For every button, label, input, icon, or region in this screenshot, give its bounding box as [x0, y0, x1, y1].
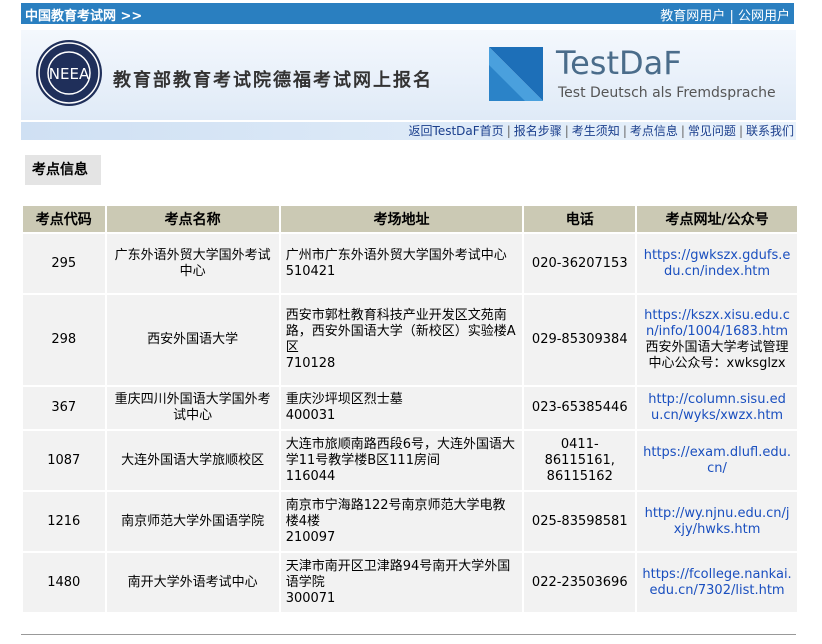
- center-address-cell: 西安市郭杜教育科技产业开发区文苑南路，西安外国语大学（新校区）实验楼A区 7101…: [280, 295, 523, 385]
- center-name: 广东外语外贸大学国外考试中心: [106, 234, 279, 293]
- center-phone: 022-23503696: [524, 553, 636, 612]
- user-separator: |: [729, 9, 734, 24]
- center-name: 大连外国语大学旅顺校区: [106, 431, 279, 490]
- center-code: 367: [23, 387, 105, 429]
- table-row: 298 西安外国语大学 西安市郭杜教育科技产业开发区文苑南路，西安外国语大学（新…: [23, 295, 797, 385]
- center-code: 295: [23, 234, 105, 293]
- center-address-cell: 重庆沙坪坝区烈士墓 400031: [280, 387, 523, 429]
- center-address: 大连市旅顺南路西段6号，大连外国语大学11号教学楼B区111房间: [285, 436, 515, 468]
- center-url-link[interactable]: https://gwkszx.gdufs.edu.cn/index.htm: [644, 248, 791, 279]
- center-name: 南开大学外语考试中心: [106, 553, 279, 612]
- center-url-cell: http://wy.njnu.edu.cn/jxjy/hwks.htm: [637, 492, 797, 551]
- center-code: 1087: [23, 431, 105, 490]
- center-url-link[interactable]: https://fcollege.nankai.edu.cn/7302/list…: [642, 567, 791, 598]
- nav-home-link[interactable]: 返回TestDaF首页: [409, 124, 504, 138]
- center-postcode: 510421: [285, 263, 336, 279]
- center-url-cell: http://column.sisu.edu.cn/wyks/xwzx.htm: [637, 387, 797, 429]
- center-postcode: 400031: [285, 408, 336, 423]
- logo-text: NEEA: [49, 65, 90, 83]
- center-url-cell: https://gwkszx.gdufs.edu.cn/index.htm: [637, 234, 797, 293]
- center-address-cell: 天津市南开区卫津路94号南开大学外国语学院 300071: [280, 553, 523, 612]
- nav-steps-link[interactable]: 报名步骤: [514, 124, 562, 138]
- center-wechat: 西安外国语大学考试管理中心公众号：xwksglzx: [645, 340, 789, 371]
- center-url-link[interactable]: http://wy.njnu.edu.cn/jxjy/hwks.htm: [645, 506, 790, 537]
- center-address-cell: 广州市广东外语外贸大学国外考试中心 510421: [280, 234, 523, 293]
- table-row: 1480 南开大学外语考试中心 天津市南开区卫津路94号南开大学外国语学院 300…: [23, 553, 797, 612]
- testdaf-logo-icon: [489, 47, 543, 101]
- edu-network-user-link[interactable]: 教育网用户: [660, 9, 725, 24]
- center-url-link[interactable]: https://kszx.xisu.edu.cn/info/1004/1683.…: [644, 308, 790, 339]
- nav-notice-link[interactable]: 考生须知: [572, 124, 620, 138]
- nav-bar: 返回TestDaF首页 | 报名步骤 | 考生须知 | 考点信息 | 常见问题 | 联系我们: [21, 122, 796, 140]
- public-network-user-link[interactable]: 公网用户: [738, 9, 790, 24]
- center-code: 1480: [23, 553, 105, 612]
- testdaf-wordmark: TestDaF: [556, 44, 682, 82]
- table-header-row: 考点代码 考点名称 考场地址 电话 考点网址/公众号: [23, 206, 797, 232]
- center-url-cell: https://fcollege.nankai.edu.cn/7302/list…: [637, 553, 797, 612]
- header-code: 考点代码: [23, 206, 105, 232]
- nav-separator: |: [564, 124, 569, 138]
- center-url-cell: https://kszx.xisu.edu.cn/info/1004/1683.…: [637, 295, 797, 385]
- table-row: 1087 大连外国语大学旅顺校区 大连市旅顺南路西段6号，大连外国语大学11号教…: [23, 431, 797, 490]
- nav-separator: |: [622, 124, 627, 138]
- center-phone: 023-65385446: [524, 387, 636, 429]
- center-address: 天津市南开区卫津路94号南开大学外国语学院: [285, 558, 511, 590]
- header-url: 考点网址/公众号: [637, 206, 797, 232]
- center-address: 西安市郭杜教育科技产业开发区文苑南路，西安外国语大学（新校区）实验楼A区: [285, 308, 516, 355]
- test-center-table: 考点代码 考点名称 考场地址 电话 考点网址/公众号 295 广东外语外贸大学国…: [21, 204, 799, 614]
- center-phone: 020-36207153: [524, 234, 636, 293]
- top-bar: 中国教育考试网 >> 教育网用户 | 公网用户: [21, 3, 794, 24]
- center-postcode: 116044: [285, 468, 336, 484]
- chsi-site-link[interactable]: 中国教育考试网 >>: [25, 5, 142, 24]
- table-row: 1216 南京师范大学外国语学院 南京市宁海路122号南京师范大学电教楼4楼 21…: [23, 492, 797, 551]
- table-row: 367 重庆四川外国语大学国外考试中心 重庆沙坪坝区烈士墓 400031 023-…: [23, 387, 797, 429]
- center-name: 南京师范大学外国语学院: [106, 492, 279, 551]
- center-address-cell: 南京市宁海路122号南京师范大学电教楼4楼 210097: [280, 492, 523, 551]
- nav-separator: |: [506, 124, 511, 138]
- header-address: 考场地址: [280, 206, 523, 232]
- nav-separator: |: [738, 124, 743, 138]
- testdaf-subtitle: Test Deutsch als Fremdsprache: [558, 85, 776, 101]
- center-url-link[interactable]: http://column.sisu.edu.cn/wyks/xwzx.htm: [648, 392, 786, 423]
- header-banner: NEEA 教育部教育考试院德福考试网上报名 TestDaF Test Deuts…: [21, 30, 796, 120]
- center-name: 重庆四川外国语大学国外考试中心: [106, 387, 279, 429]
- center-url-link[interactable]: https://exam.dlufl.edu.cn/: [643, 445, 791, 476]
- center-address: 广州市广东外语外贸大学国外考试中心: [285, 247, 507, 263]
- header-phone: 电话: [524, 206, 636, 232]
- user-type-links: 教育网用户 | 公网用户: [660, 5, 790, 24]
- section-title: 考点信息: [25, 155, 101, 185]
- center-postcode: 210097: [285, 529, 336, 545]
- nav-contact-link[interactable]: 联系我们: [746, 124, 794, 138]
- table-row: 295 广东外语外贸大学国外考试中心 广州市广东外语外贸大学国外考试中心 5104…: [23, 234, 797, 293]
- footer-divider: [21, 634, 796, 635]
- header-name: 考点名称: [106, 206, 279, 232]
- center-code: 1216: [23, 492, 105, 551]
- nav-separator: |: [680, 124, 685, 138]
- banner-title: 教育部教育考试院德福考试网上报名: [113, 70, 433, 91]
- center-postcode: 710128: [285, 356, 336, 371]
- neea-logo-icon: NEEA: [36, 40, 102, 106]
- center-phone: 0411-86115161, 86115162: [524, 431, 636, 490]
- center-code: 298: [23, 295, 105, 385]
- nav-test-centers-link[interactable]: 考点信息: [630, 124, 678, 138]
- center-url-cell: https://exam.dlufl.edu.cn/: [637, 431, 797, 490]
- center-name: 西安外国语大学: [106, 295, 279, 385]
- center-postcode: 300071: [285, 590, 336, 606]
- center-address: 南京市宁海路122号南京师范大学电教楼4楼: [285, 497, 506, 529]
- center-phone: 025-83598581: [524, 492, 636, 551]
- center-address: 重庆沙坪坝区烈士墓: [285, 392, 403, 407]
- nav-faq-link[interactable]: 常见问题: [688, 124, 736, 138]
- center-phone: 029-85309384: [524, 295, 636, 385]
- center-address-cell: 大连市旅顺南路西段6号，大连外国语大学11号教学楼B区111房间 116044: [280, 431, 523, 490]
